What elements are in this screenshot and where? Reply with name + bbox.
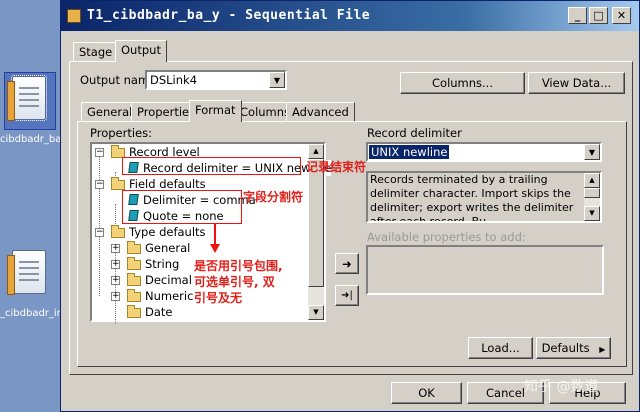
add-all-properties-button[interactable]: ➜| [335,285,359,306]
properties-label: Properties: [90,126,152,140]
tree-node-label: Numeric [145,289,194,303]
property-description-text: Records terminated by a trailing delimit… [370,173,574,223]
tree-node-label: Date [145,305,173,319]
tree-node-label: Decimal [145,273,192,287]
folder-icon [127,241,141,254]
minimize-button[interactable]: _ [568,7,587,24]
record-delimiter-label: Record delimiter [367,126,462,140]
view-data-button[interactable]: View Data... [528,72,625,94]
tree-node-label: String [145,257,180,271]
tab-output[interactable]: Output [115,40,167,62]
close-button[interactable]: ✕ [612,7,631,24]
tab-general[interactable]: General [81,102,139,122]
record-delimiter-select[interactable]: UNIX newline ▼ [366,142,602,162]
available-properties-label: Available properties to add: [367,230,526,244]
record-delimiter-value: UNIX newline [369,145,450,159]
ok-button[interactable]: OK [391,382,462,404]
folder-icon [127,257,141,270]
annotation-quote-note: 是否用引号包围, 可选单引号, 双引号及无 [194,259,283,305]
document-icon [7,250,46,295]
load-button[interactable]: Load... [468,337,533,359]
scroll-down-icon[interactable]: ▼ [584,206,600,221]
folder-icon [127,273,141,286]
output-name-value: DSLink4 [150,73,198,87]
collapse-icon[interactable]: − [95,148,104,157]
app-icon [67,9,81,23]
scroll-thumb[interactable] [308,159,324,287]
tab-advanced[interactable]: Advanced [286,102,355,122]
desktop: cibdbadr_ba _cibdbadr_in [0,0,60,412]
annotation-arrow-line [214,223,216,245]
tab-format[interactable]: Format [189,100,242,122]
tree-node-label: Type defaults [129,225,206,239]
expand-icon[interactable]: + [111,244,120,253]
annotation-box-record-delimiter [122,157,301,175]
property-description-box: Records terminated by a trailing delimit… [366,171,602,223]
folder-icon [127,289,141,302]
available-properties-list[interactable] [366,245,604,295]
collapse-icon[interactable]: − [95,180,104,189]
description-scrollbar[interactable]: ▲ ▼ [584,173,600,221]
annotation-field-delimiter: 字段分割符 [243,190,304,204]
window-title: T1_cibdbadr_ba_y - Sequential File [87,8,371,23]
expand-icon[interactable]: + [111,276,120,285]
title-bar[interactable]: T1_cibdbadr_ba_y - Sequential File _ □ ✕ [61,1,639,31]
chevron-right-icon: ▶ [599,345,606,354]
chevron-down-icon[interactable]: ▼ [584,144,600,160]
maximize-button[interactable]: □ [589,7,608,24]
chevron-down-icon[interactable]: ▼ [269,72,285,88]
collapse-icon[interactable]: − [95,228,104,237]
watermark: 知乎 @数道 [524,379,599,395]
folder-icon [111,225,125,238]
sequential-file-dialog: T1_cibdbadr_ba_y - Sequential File _ □ ✕… [60,0,640,412]
columns-button[interactable]: Columns... [400,72,525,94]
annotation-record-delimiter: 记录结束符 [306,160,367,174]
scroll-down-icon[interactable]: ▼ [308,305,324,320]
desktop-icon-label: cibdbadr_ba [0,134,60,145]
add-property-button[interactable]: ➜ [335,253,359,274]
output-name-select[interactable]: DSLink4 ▼ [145,70,287,90]
expand-icon[interactable]: + [111,292,120,301]
folder-icon [111,177,125,190]
expand-icon[interactable]: + [111,260,120,269]
tab-stage[interactable]: Stage [73,42,119,62]
scroll-thumb[interactable] [584,188,600,198]
document-icon [7,75,47,121]
desktop-icon-label: _cibdbadr_in [0,308,60,319]
defaults-button[interactable]: Defaults ▶ [536,337,611,359]
scroll-up-icon[interactable]: ▲ [308,144,324,159]
defaults-label: Defaults [541,341,590,355]
annotation-box-field-defaults [122,190,242,224]
annotation-arrow-head [210,244,220,253]
scroll-up-icon[interactable]: ▲ [584,173,600,188]
folder-icon [127,305,141,318]
tree-node-label: General [145,241,191,255]
